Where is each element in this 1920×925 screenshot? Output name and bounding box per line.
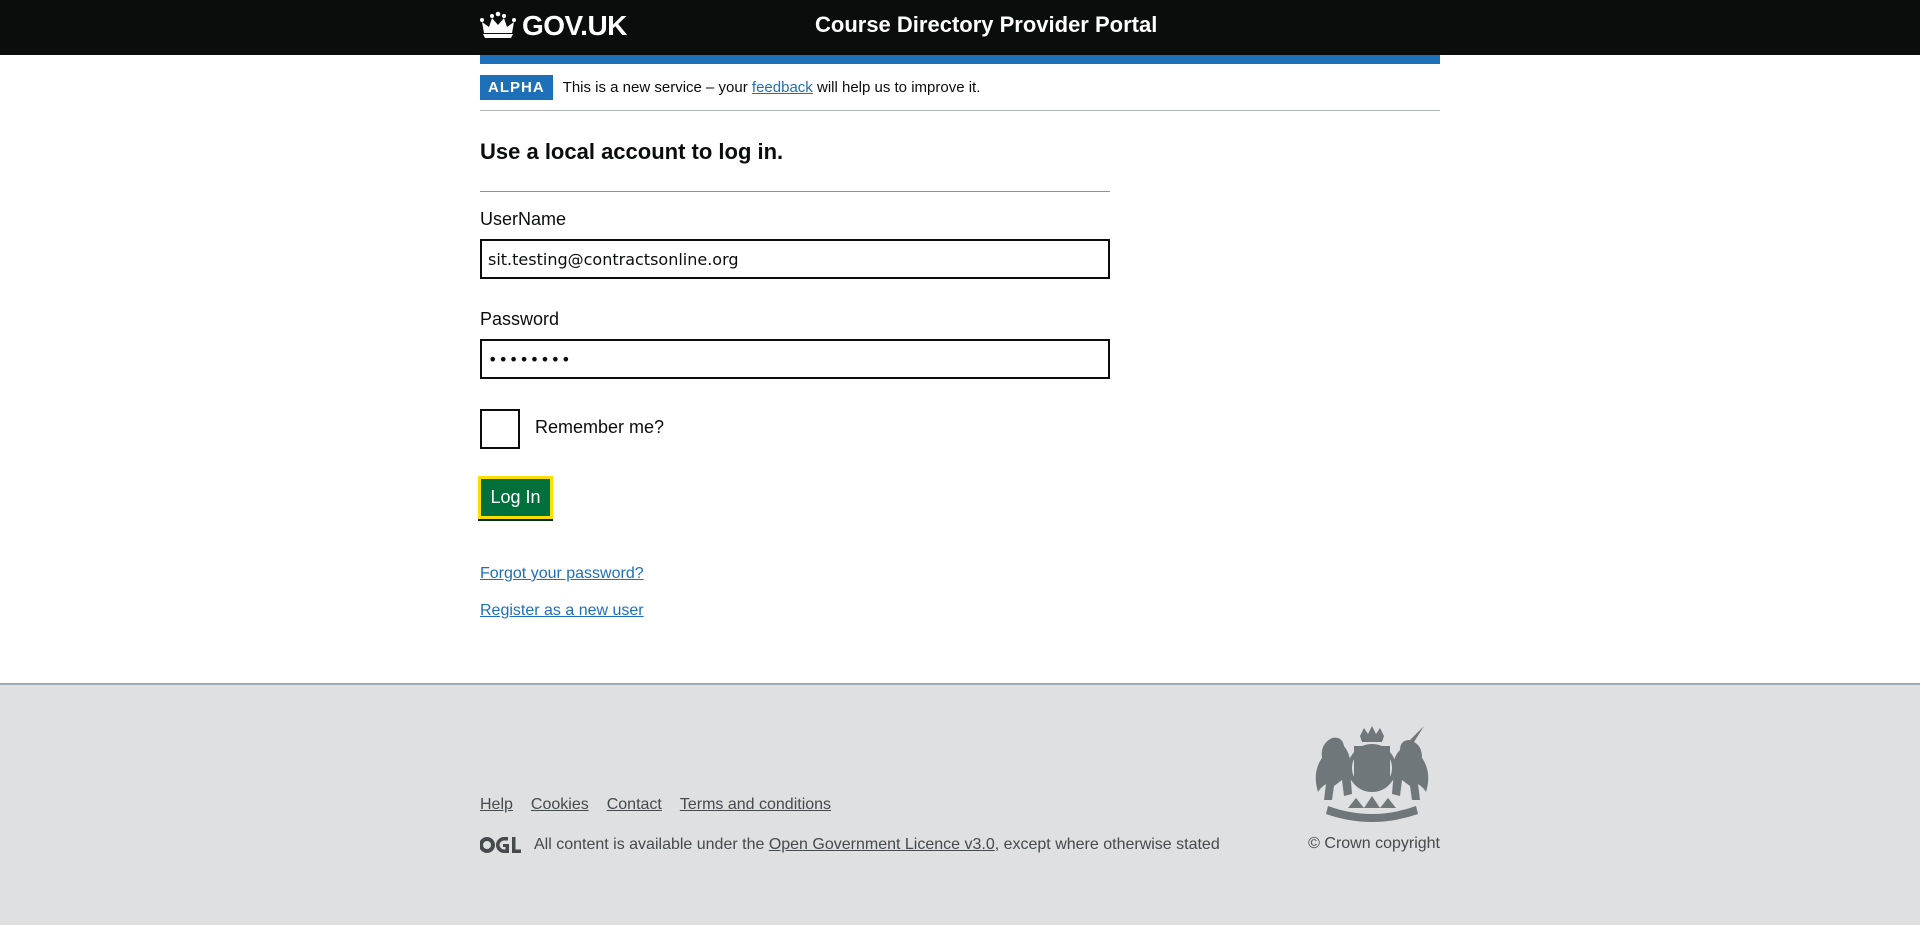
- forgot-password-link[interactable]: Forgot your password?: [480, 565, 644, 583]
- password-label: Password: [480, 309, 560, 329]
- crown-copyright: © Crown copyright: [1308, 835, 1440, 852]
- username-label: UserName: [480, 209, 567, 229]
- service-name-link[interactable]: Course Directory Provider Portal: [815, 12, 1157, 38]
- footer-link-contact[interactable]: Contact: [607, 796, 662, 814]
- phase-text-before: This is a new service – your: [562, 78, 752, 96]
- register-link[interactable]: Register as a new user: [480, 602, 644, 620]
- page-title: Use a local account to log in.: [480, 139, 784, 164]
- remember-me-checkbox[interactable]: [480, 409, 520, 449]
- footer-link-terms[interactable]: Terms and conditions: [680, 796, 831, 814]
- phase-text-after: will help us to improve it.: [812, 78, 981, 96]
- ogl-logo-icon: [480, 837, 521, 853]
- footer-link-cookies[interactable]: Cookies: [531, 796, 589, 814]
- log-in-button[interactable]: Log In: [478, 476, 553, 519]
- password-field[interactable]: [480, 339, 1110, 379]
- govuk-logo-link[interactable]: GOV.UK: [480, 10, 627, 42]
- phase-banner-text: This is a new service – your feedback wi…: [563, 79, 981, 96]
- site-footer: [0, 683, 1920, 925]
- heading-divider: [480, 191, 1110, 192]
- header-container: GOV.UK Course Directory Provider Portal: [480, 0, 1440, 55]
- footer-links: Help Cookies Contact Terms and condition…: [480, 796, 831, 814]
- licence-text-after: , except where otherwise stated: [994, 836, 1220, 853]
- header-blue-bar: [480, 55, 1440, 64]
- royal-coat-of-arms-icon: [1315, 726, 1429, 822]
- logo-text: GOV.UK: [522, 10, 627, 41]
- phase-tag: ALPHA: [480, 74, 553, 100]
- crown-icon: [480, 11, 516, 38]
- feedback-link[interactable]: feedback: [752, 79, 813, 96]
- licence-text: All content is available under the Open …: [534, 836, 1220, 854]
- footer-link-help[interactable]: Help: [480, 796, 513, 814]
- licence-text-before: All content is available under the: [534, 836, 769, 853]
- username-field[interactable]: [480, 239, 1110, 279]
- remember-me-label[interactable]: Remember me?: [535, 417, 664, 438]
- licence-row: All content is available under the Open …: [480, 834, 1220, 856]
- site-header: GOV.UK Course Directory Provider Portal: [0, 0, 1920, 55]
- phase-banner: ALPHA This is a new service – your feedb…: [480, 64, 1440, 111]
- open-government-licence-link[interactable]: Open Government Licence v3.0: [769, 836, 995, 853]
